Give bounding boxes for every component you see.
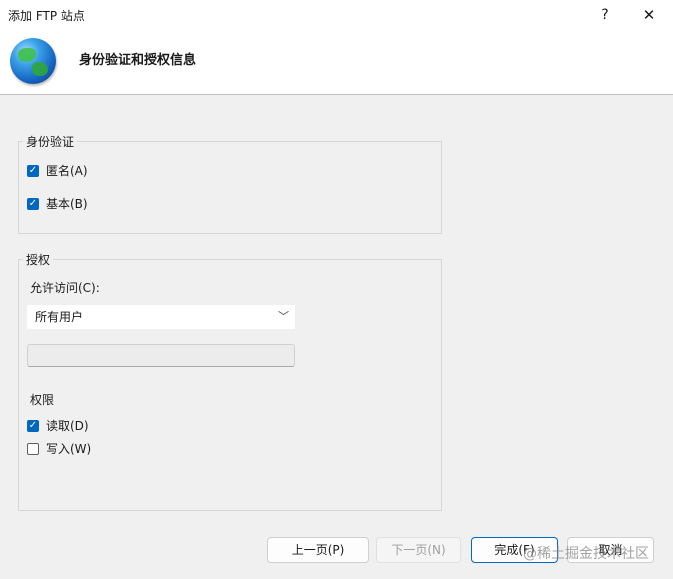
chevron-down-icon: ﹀ xyxy=(278,310,289,323)
close-button[interactable]: ✕ xyxy=(636,4,662,26)
authorization-group xyxy=(18,259,442,511)
checkbox-unchecked-icon[interactable] xyxy=(27,442,39,455)
write-checkbox[interactable]: 写入(W) xyxy=(27,440,91,457)
next-button[interactable]: 下一页(N) xyxy=(376,537,461,563)
read-checkbox[interactable]: 读取(D) xyxy=(27,417,89,434)
authentication-group-label: 身份验证 xyxy=(23,133,78,150)
users-input[interactable] xyxy=(27,344,295,367)
content-panel: 身份验证 匿名(A) 基本(B) 授权 允许访问(C): 所有用户 ﹀ 权限 读… xyxy=(0,95,673,579)
globe-icon xyxy=(10,38,56,84)
page-title: 身份验证和授权信息 xyxy=(79,53,197,68)
basic-label: 基本(B) xyxy=(46,197,88,211)
help-button[interactable]: ? xyxy=(594,4,616,26)
allow-access-label: 允许访问(C): xyxy=(30,281,100,295)
checkbox-checked-icon[interactable] xyxy=(27,419,39,432)
wizard-header: 身份验证和授权信息 xyxy=(0,30,673,95)
title-bar: 添加 FTP 站点 ? ✕ xyxy=(0,0,673,30)
anonymous-label: 匿名(A) xyxy=(46,164,88,178)
write-label: 写入(W) xyxy=(46,442,92,456)
read-label: 读取(D) xyxy=(46,419,89,433)
previous-button[interactable]: 上一页(P) xyxy=(267,537,369,563)
permissions-label: 权限 xyxy=(30,393,55,407)
authentication-group xyxy=(18,141,442,234)
window-title: 添加 FTP 站点 xyxy=(8,9,85,23)
allow-access-dropdown[interactable]: 所有用户 ﹀ xyxy=(27,305,295,329)
allow-access-value: 所有用户 xyxy=(35,310,84,324)
watermark-text: @稀土掘金技术社区 xyxy=(523,546,649,562)
authorization-group-label: 授权 xyxy=(23,251,54,268)
checkbox-checked-icon[interactable] xyxy=(27,164,39,177)
anonymous-checkbox[interactable]: 匿名(A) xyxy=(27,162,88,179)
basic-checkbox[interactable]: 基本(B) xyxy=(27,195,88,212)
checkbox-checked-icon[interactable] xyxy=(27,197,39,210)
